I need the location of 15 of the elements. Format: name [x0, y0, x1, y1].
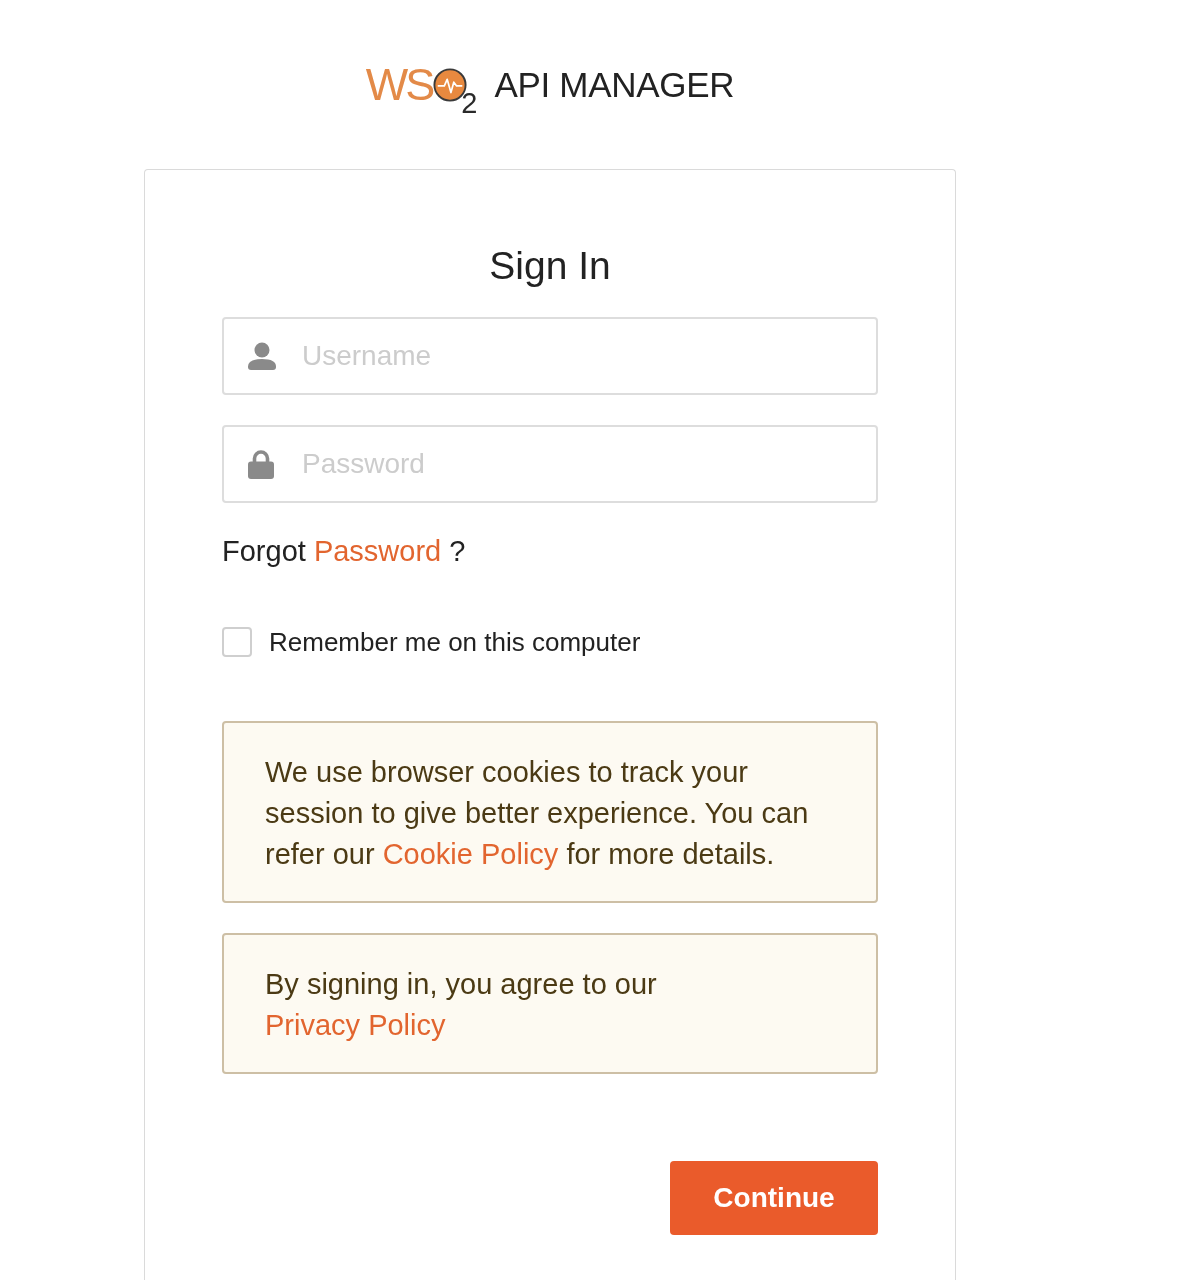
product-name: API MANAGER	[494, 65, 735, 105]
policy-link[interactable]: Privacy Policy	[265, 1009, 446, 1041]
forgot-password-link[interactable]: Password	[313, 535, 442, 567]
notice-text: By signing in, you agree to our Privacy Policy	[265, 967, 658, 1043]
remember-checkbox[interactable]	[222, 627, 252, 657]
forgot-password-text: Forgot Password ?	[222, 534, 467, 568]
policy-link[interactable]: Cookie Policy	[382, 838, 559, 870]
lock-icon	[248, 449, 274, 479]
logo-subscript: 2	[461, 90, 478, 116]
sign-in-title: Sign In	[488, 243, 612, 289]
user-icon	[247, 342, 277, 370]
continue-button[interactable]: Continue	[670, 1161, 878, 1235]
remember-label: Remember me on this computer	[269, 626, 641, 658]
logo-wordmark: WS	[365, 62, 433, 108]
notice-text: We use browser cookies to track your session to give better experience. You can refer our Cookie Policy for more details.	[265, 755, 810, 872]
